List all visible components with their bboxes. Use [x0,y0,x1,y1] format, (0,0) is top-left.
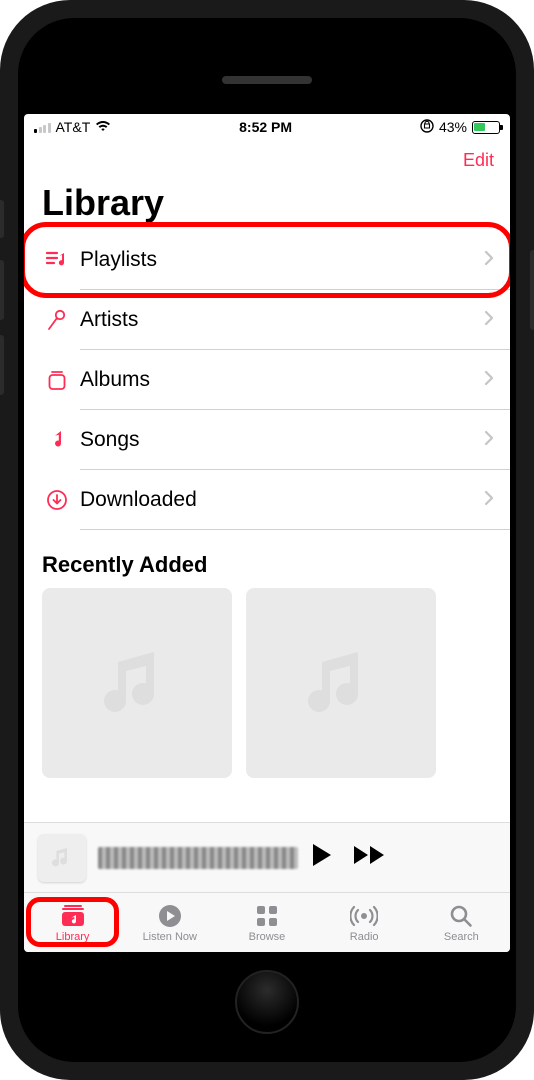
row-label: Songs [80,428,484,452]
orientation-lock-icon [420,119,434,136]
row-label: Downloaded [80,488,484,512]
tab-label: Library [56,931,90,943]
row-label: Albums [80,368,484,392]
music-placeholder-icon [92,638,182,728]
speaker-grille [222,76,312,84]
page-title: Library [24,180,510,230]
chevron-right-icon [484,369,494,392]
now-playing-title-redacted [98,847,298,869]
tab-label: Radio [350,931,379,943]
row-albums[interactable]: Albums [24,350,510,410]
battery-percent: 43% [439,119,467,135]
row-songs[interactable]: Songs [24,410,510,470]
clock: 8:52 PM [239,119,292,135]
radio-icon [350,903,378,929]
album-card[interactable] [42,588,232,778]
signal-strength-icon [34,121,51,133]
wifi-icon [95,119,111,135]
tab-label: Search [444,931,479,943]
chevron-right-icon [484,249,494,272]
music-placeholder-icon [296,638,386,728]
row-downloaded[interactable]: Downloaded [24,470,510,530]
now-playing-artwork[interactable] [38,834,86,882]
battery-icon [472,121,500,134]
tab-browse[interactable]: Browse [218,903,315,943]
phone-bezel: AT&T 8:52 PM 43% Edit L [18,18,516,1062]
row-label: Artists [80,308,484,332]
play-button[interactable] [310,842,334,873]
status-bar: AT&T 8:52 PM 43% [24,114,510,140]
library-list: Playlists Artists [24,230,510,530]
chevron-right-icon [484,429,494,452]
screen: AT&T 8:52 PM 43% Edit L [24,114,510,952]
album-icon [42,369,72,391]
tab-listen-now[interactable]: Listen Now [121,903,218,943]
tab-bar: Library Listen Now Browse [24,892,510,952]
grid-icon [255,903,279,929]
play-circle-icon [157,903,183,929]
library-icon [60,903,86,929]
playlist-icon [42,250,72,270]
phone-frame: AT&T 8:52 PM 43% Edit L [0,0,534,1080]
row-artists[interactable]: Artists [24,290,510,350]
home-button[interactable] [235,970,299,1034]
volume-up-button [0,260,4,320]
nav-bar: Edit [24,140,510,180]
tab-library[interactable]: Library [24,903,121,943]
tab-radio[interactable]: Radio [316,903,413,943]
download-icon [42,489,72,511]
chevron-right-icon [484,489,494,512]
row-label: Playlists [80,248,484,272]
row-playlists[interactable]: Playlists [24,230,510,290]
chevron-right-icon [484,309,494,332]
tab-label: Browse [249,931,286,943]
search-icon [449,903,473,929]
tab-label: Listen Now [143,931,197,943]
recently-added-title: Recently Added [24,530,510,588]
tab-search[interactable]: Search [413,903,510,943]
mute-switch [0,200,4,238]
note-icon [42,429,72,451]
edit-button[interactable]: Edit [463,150,494,171]
next-track-button[interactable] [352,844,386,871]
power-button [530,250,534,330]
mini-player[interactable] [24,822,510,892]
mic-icon [42,309,72,331]
album-card[interactable] [246,588,436,778]
music-placeholder-icon [48,844,76,872]
volume-down-button [0,335,4,395]
recently-added-scroll[interactable] [24,588,510,778]
carrier-label: AT&T [56,119,91,135]
